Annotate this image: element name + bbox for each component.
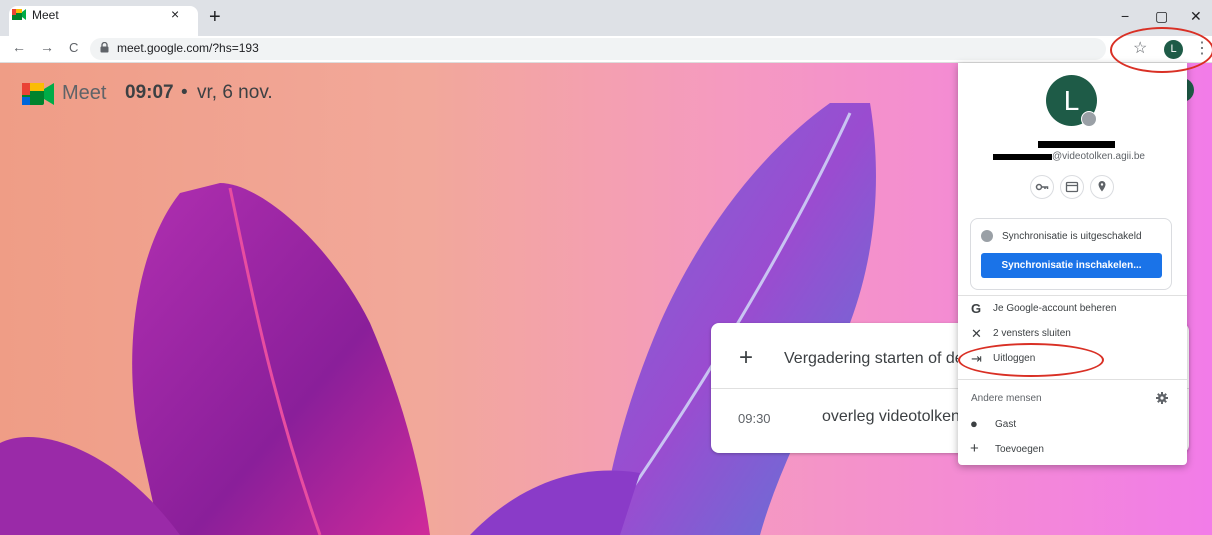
add-person-item[interactable]: + Toevoegen [958, 440, 1187, 461]
person-icon: ● [970, 416, 978, 431]
current-time: 09:07 [125, 82, 174, 103]
meet-favicon-icon [12, 9, 26, 20]
menu-divider [958, 295, 1187, 296]
payment-methods-button[interactable] [1060, 175, 1084, 199]
menu-divider [958, 379, 1187, 380]
current-date: vr, 6 nov. [197, 82, 273, 103]
lock-icon [100, 42, 109, 53]
sync-off-icon [981, 230, 993, 242]
other-people-heading: Andere mensen [971, 393, 1042, 404]
menu-item-label: Je Google-account beheren [993, 303, 1117, 314]
turn-on-sync-button[interactable]: Synchronisatie inschakelen... [981, 253, 1162, 278]
key-icon [1035, 183, 1049, 191]
tab-close-icon[interactable]: × [171, 6, 179, 22]
meet-app-name: Meet [62, 82, 107, 104]
plus-icon[interactable]: + [739, 346, 753, 370]
google-meet-logo-icon [22, 83, 54, 105]
time-date-separator: • [181, 82, 188, 103]
minimize-button[interactable]: − [1121, 8, 1129, 24]
meeting-time: 09:30 [738, 411, 771, 426]
reload-button[interactable]: C [69, 40, 78, 55]
back-button[interactable]: ← [12, 39, 26, 55]
passwords-button[interactable] [1030, 175, 1054, 199]
profile-email: @videotolken.agii.be [1052, 151, 1145, 162]
plus-icon: + [970, 440, 979, 457]
menu-item-label: Toevoegen [995, 444, 1044, 455]
annotation-circle [958, 343, 1104, 377]
redacted-email [993, 154, 1052, 160]
credit-card-icon [1065, 181, 1079, 193]
close-windows-item[interactable]: ✕ 2 vensters sluiten [958, 325, 1187, 345]
guest-profile-item[interactable]: ● Gast [958, 416, 1187, 436]
new-tab-button[interactable]: + [209, 7, 221, 27]
meeting-title[interactable]: overleg videotolken [822, 408, 960, 426]
gear-icon[interactable] [1156, 392, 1168, 404]
addresses-button[interactable] [1090, 175, 1114, 199]
close-window-button[interactable]: ✕ [1190, 8, 1202, 25]
manage-google-account-item[interactable]: G Je Google-account beheren [958, 300, 1187, 320]
forward-button[interactable]: → [40, 39, 54, 55]
maximize-button[interactable]: ▢ [1155, 8, 1168, 25]
redacted-name [1038, 141, 1115, 148]
sync-paused-badge-icon [1081, 111, 1097, 127]
tab-title: Meet [32, 8, 59, 22]
menu-item-label: Gast [995, 419, 1017, 430]
annotation-circle [1110, 27, 1212, 73]
location-pin-icon [1098, 181, 1106, 192]
close-icon: ✕ [971, 326, 982, 341]
url-text[interactable]: meet.google.com/?hs=193 [117, 41, 259, 55]
sync-status: Synchronisatie is uitgeschakeld [1002, 231, 1142, 242]
google-icon: G [971, 301, 982, 316]
menu-item-label: 2 vensters sluiten [993, 328, 1071, 339]
